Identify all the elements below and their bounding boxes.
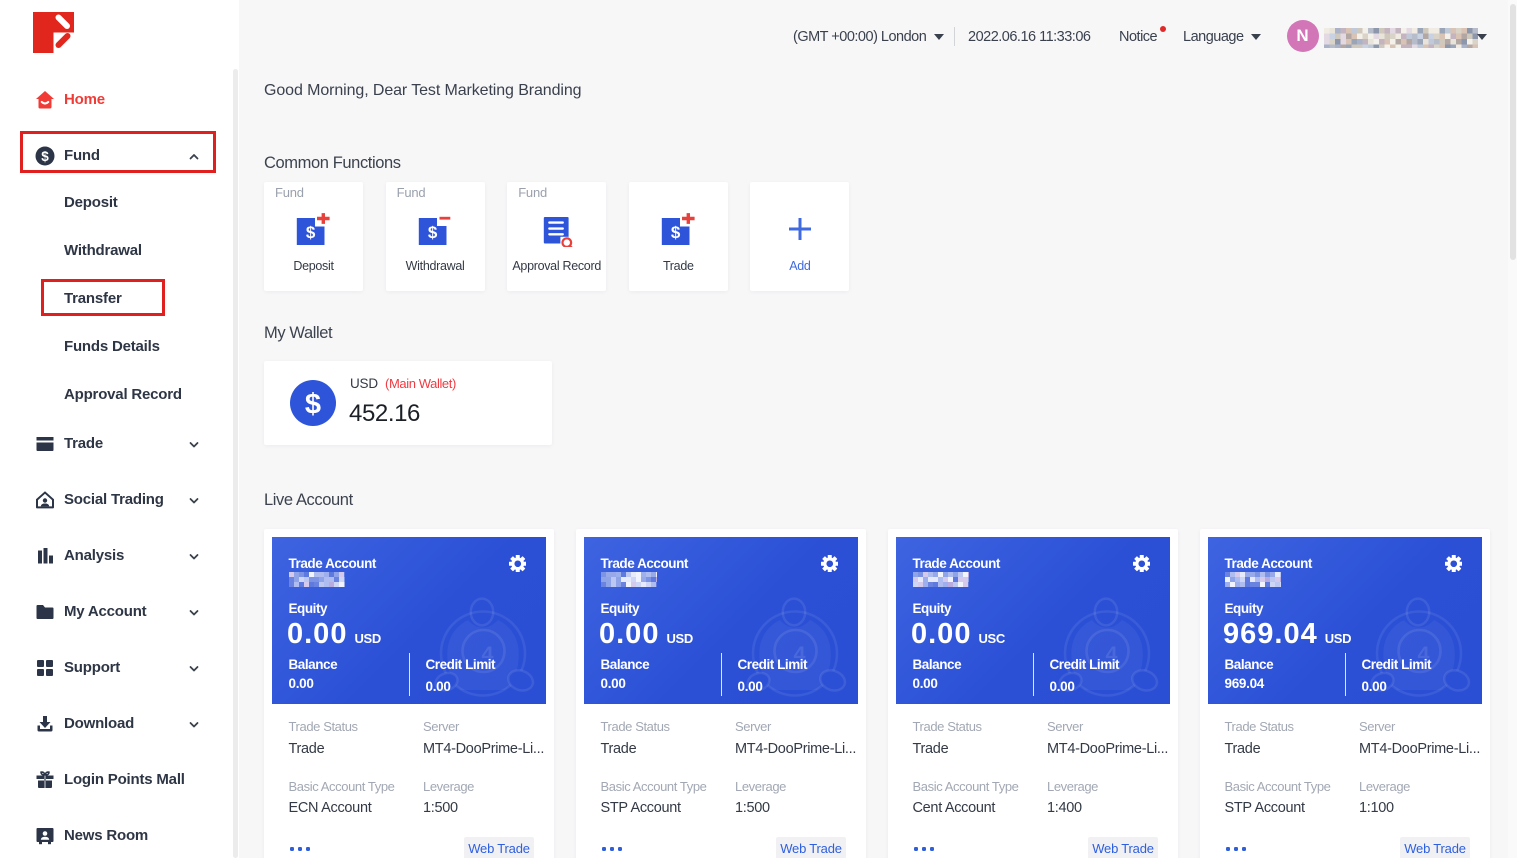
svg-text:$: $ bbox=[671, 223, 681, 242]
svg-text:$: $ bbox=[305, 389, 321, 421]
svg-text:$: $ bbox=[306, 223, 316, 242]
svg-text:$: $ bbox=[427, 223, 437, 242]
